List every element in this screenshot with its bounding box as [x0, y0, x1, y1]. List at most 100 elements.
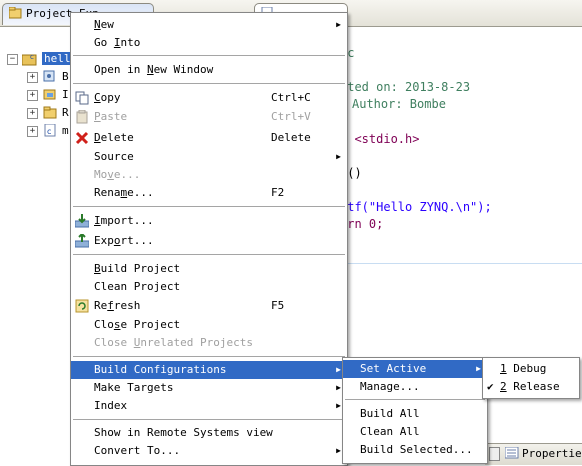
- tab-properties[interactable]: Properties: [522, 447, 582, 460]
- code-text: e <stdio.h>: [340, 132, 420, 146]
- menu-label: Show in Remote Systems view: [94, 426, 273, 439]
- tree-item-folder[interactable]: R: [62, 105, 69, 121]
- menu-label: Close Unrelated Projects: [94, 336, 253, 349]
- menu-item-convert-to[interactable]: Convert To... ▶: [71, 442, 347, 460]
- menu-item-paste[interactable]: Paste Ctrl+V: [71, 108, 347, 126]
- c-project-icon: c: [21, 52, 37, 66]
- menu-label: Delete: [94, 131, 134, 144]
- menu-label: Build Configurations: [94, 363, 227, 376]
- import-icon: [74, 214, 90, 228]
- menu-item-manage[interactable]: Manage...: [343, 378, 487, 396]
- menu-item-new[interactable]: New ▶: [71, 16, 347, 34]
- collapse-icon[interactable]: −: [7, 54, 18, 65]
- menu-item-open-in-new-window[interactable]: Open in New Window: [71, 61, 347, 79]
- project-name: hell: [42, 52, 73, 65]
- menu-label: Paste: [94, 110, 128, 123]
- submenu-arrow-icon: ▶: [336, 446, 341, 455]
- menu-item-move[interactable]: Move...: [71, 166, 347, 184]
- tree-item-binaries[interactable]: B: [62, 69, 69, 85]
- checkmark-icon: ✔: [487, 380, 494, 393]
- menu-item-refresh[interactable]: Refresh F5: [71, 297, 347, 315]
- menu-label: Make Targets: [94, 381, 174, 394]
- menu-label: Copy: [94, 91, 121, 104]
- set-active-submenu: 1 Debug ✔ 2 Release: [482, 357, 580, 399]
- menu-item-show-in-remote-systems[interactable]: Show in Remote Systems view: [71, 424, 347, 442]
- menu-item-go-into[interactable]: Go Into: [71, 34, 347, 52]
- menu-label: Clean All: [360, 425, 420, 438]
- menu-label: Close Project: [94, 318, 181, 331]
- menu-label: Go Into: [94, 36, 141, 49]
- menu-item-close-unrelated-projects[interactable]: Close Unrelated Projects: [71, 334, 347, 352]
- code-line: e <stdio.h>: [340, 132, 419, 146]
- properties-icon: [504, 446, 519, 459]
- menu-accelerator: Ctrl+V: [271, 110, 311, 123]
- menu-label: Rename...: [94, 186, 154, 199]
- tree-project[interactable]: hell: [42, 51, 73, 67]
- menu-label: Move...: [94, 168, 141, 181]
- menu-accelerator: Delete: [271, 131, 311, 144]
- menu-item-close-project[interactable]: Close Project: [71, 316, 347, 334]
- menu-item-release[interactable]: ✔ 2 Release: [483, 378, 579, 396]
- menu-separator: [345, 399, 485, 401]
- view-icon: [489, 447, 500, 461]
- menu-label: Build Selected...: [360, 443, 473, 456]
- context-menu: New ▶ Go Into Open in New Window Copy Ct…: [70, 12, 348, 466]
- menu-item-source[interactable]: Source ▶: [71, 148, 347, 166]
- menu-item-build-all[interactable]: Build All: [343, 405, 487, 423]
- submenu-arrow-icon: ▶: [476, 364, 481, 373]
- submenu-arrow-icon: ▶: [336, 401, 341, 410]
- menu-separator: [73, 55, 345, 57]
- menu-item-build-selected[interactable]: Build Selected...: [343, 441, 487, 459]
- menu-item-export[interactable]: Export...: [71, 232, 347, 250]
- expand-icon[interactable]: +: [27, 90, 38, 101]
- expand-icon[interactable]: +: [27, 72, 38, 83]
- expand-icon[interactable]: +: [27, 108, 38, 119]
- menu-separator: [73, 206, 345, 208]
- menu-label: 1 Debug: [500, 362, 547, 375]
- submenu-arrow-icon: ▶: [336, 383, 341, 392]
- tree-item-label: B: [62, 70, 69, 83]
- delete-icon: [75, 131, 89, 145]
- menu-label: Build Project: [94, 262, 181, 275]
- menu-item-make-targets[interactable]: Make Targets ▶: [71, 379, 347, 397]
- menu-item-build-project[interactable]: Build Project: [71, 260, 347, 278]
- menu-item-clean-project[interactable]: Clean Project: [71, 278, 347, 296]
- menu-item-set-active[interactable]: Set Active ▶: [343, 360, 487, 378]
- svg-text:c: c: [30, 53, 34, 61]
- menu-item-clean-all[interactable]: Clean All: [343, 423, 487, 441]
- bottom-tab-strip: Properties: [485, 443, 582, 465]
- menu-item-delete[interactable]: Delete Delete: [71, 129, 347, 147]
- menu-item-index[interactable]: Index ▶: [71, 397, 347, 415]
- build-configurations-submenu: Set Active ▶ Manage... Build All Clean A…: [342, 357, 488, 464]
- menu-separator: [73, 254, 345, 256]
- menu-item-import[interactable]: Import...: [71, 212, 347, 230]
- refresh-icon: [75, 299, 89, 313]
- menu-accelerator: F5: [271, 299, 285, 312]
- copy-icon: [75, 91, 89, 105]
- menu-label: Export...: [94, 234, 154, 247]
- menu-item-debug[interactable]: 1 Debug: [483, 360, 579, 378]
- menu-label: 2 Release: [500, 380, 560, 393]
- binaries-icon: [43, 70, 57, 83]
- submenu-arrow-icon: ▶: [336, 152, 341, 161]
- menu-accelerator: F2: [271, 186, 285, 199]
- includes-icon: [43, 88, 57, 101]
- svg-text:c: c: [47, 127, 51, 136]
- tree-item-label: m: [62, 124, 69, 137]
- code-text: Author: Bombe: [352, 97, 446, 111]
- menu-separator: [73, 356, 345, 358]
- tree-item-source-file[interactable]: m: [62, 123, 69, 139]
- tree-item-includes[interactable]: I: [62, 87, 69, 103]
- menu-item-build-configurations[interactable]: Build Configurations ▶: [71, 361, 347, 379]
- folder-icon: [43, 106, 57, 119]
- tree-item-label: I: [62, 88, 69, 101]
- menu-label: Index: [94, 399, 128, 412]
- menu-label: Manage...: [360, 380, 420, 393]
- menu-label: Refresh: [94, 299, 141, 312]
- menu-item-copy[interactable]: Copy Ctrl+C: [71, 89, 347, 107]
- menu-label: Build All: [360, 407, 420, 420]
- menu-label: Import...: [94, 214, 154, 227]
- menu-item-rename[interactable]: Rename... F2: [71, 184, 347, 202]
- menu-accelerator: Ctrl+C: [271, 91, 311, 104]
- expand-icon[interactable]: +: [27, 126, 38, 137]
